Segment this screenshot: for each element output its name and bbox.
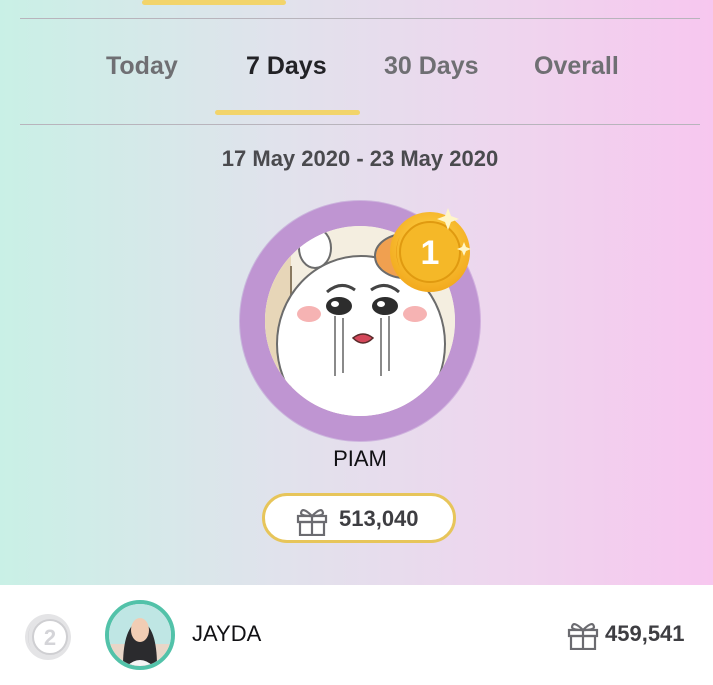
- user-photo: [109, 604, 171, 666]
- tab-overall[interactable]: Overall: [534, 46, 619, 86]
- ranking-row[interactable]: 2 JAYDA 459,541: [0, 585, 713, 685]
- svg-text:1: 1: [421, 234, 440, 272]
- divider-top: [20, 18, 700, 19]
- active-tab-indicator: [215, 110, 360, 115]
- gift-icon: [567, 623, 599, 650]
- gold-medal-icon: 1: [390, 208, 471, 292]
- leaderboard-hero: Today 7 Days 30 Days Overall 17 May 2020…: [0, 0, 713, 585]
- top-ranker-score: 513,040: [339, 506, 419, 531]
- tab-7-days[interactable]: 7 Days: [246, 46, 327, 86]
- row-score: 459,541: [605, 621, 685, 646]
- top-ranker-name: PIAM: [333, 446, 387, 471]
- row-avatar[interactable]: [105, 600, 175, 670]
- svg-text:2: 2: [44, 625, 56, 650]
- divider-bottom: [20, 124, 700, 125]
- tab-today[interactable]: Today: [106, 46, 178, 86]
- upper-tab-indicator: [142, 0, 286, 5]
- row-user-name: JAYDA: [192, 621, 262, 646]
- silver-medal-icon: 2: [25, 614, 71, 660]
- top-ranker-score-pill: 513,040: [262, 493, 456, 543]
- period-tabs: Today 7 Days 30 Days Overall: [0, 46, 713, 86]
- date-range: 17 May 2020 - 23 May 2020: [221, 146, 499, 171]
- tab-30-days[interactable]: 30 Days: [384, 46, 479, 86]
- gift-icon: [296, 509, 328, 536]
